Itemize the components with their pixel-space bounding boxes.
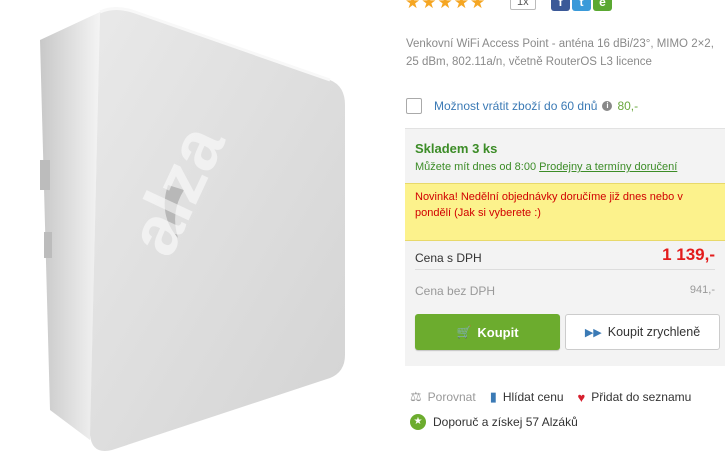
recommend-label: Doporuč a získej 57 Alzáků bbox=[433, 415, 578, 429]
purchase-box: Skladem 3 ks Můžete mít dnes od 8:00 Pro… bbox=[405, 128, 725, 366]
promo-notice: Novinka! Nedělní objednávky doručíme již… bbox=[405, 183, 725, 241]
price-without-vat-row: Cena bez DPH 941,- bbox=[415, 280, 715, 302]
social-share: f t e bbox=[551, 0, 612, 11]
info-icon[interactable]: i bbox=[602, 101, 613, 111]
price-without-vat-value: 941,- bbox=[689, 284, 715, 296]
price-without-vat-label: Cena bez DPH bbox=[415, 284, 496, 298]
facebook-icon[interactable]: f bbox=[551, 0, 570, 11]
buy-button-label: Koupit bbox=[477, 324, 519, 340]
delivery-info: Můžete mít dnes od 8:00 Prodejny a termí… bbox=[415, 161, 677, 173]
return-option[interactable]: Možnost vrátit zboží do 60 dnů i 80,- bbox=[406, 98, 638, 114]
buy-fast-button[interactable]: ▶▶ Koupit zrychleně bbox=[565, 314, 720, 350]
star-icon: ★ bbox=[421, 0, 437, 12]
star-icon: ★ bbox=[453, 0, 469, 12]
scales-icon: ⚖ bbox=[410, 389, 422, 404]
price-with-vat-label: Cena s DPH bbox=[415, 251, 482, 265]
recommend-icon: ★ bbox=[410, 414, 426, 430]
watch-price-label: Hlídat cenu bbox=[502, 390, 564, 404]
email-icon[interactable]: e bbox=[593, 0, 612, 11]
recommend-action[interactable]: ★ Doporuč a získej 57 Alzáků bbox=[410, 414, 578, 430]
watch-price-action[interactable]: ▮ Hlídat cenu bbox=[490, 389, 564, 405]
compare-action[interactable]: ⚖ Porovnat bbox=[410, 389, 476, 405]
star-icon: ★ bbox=[470, 0, 486, 12]
add-to-list-action[interactable]: ♥ Přidat do seznamu bbox=[578, 390, 692, 405]
return-label[interactable]: Možnost vrátit zboží do 60 dnů bbox=[434, 99, 597, 113]
buy-button[interactable]: 🛒 Koupit bbox=[415, 314, 560, 350]
star-icon: ★ bbox=[405, 0, 421, 12]
heart-icon: ♥ bbox=[577, 389, 586, 405]
price-with-vat-row: Cena s DPH 1 139,- bbox=[415, 245, 715, 270]
product-description: Venkovní WiFi Access Point - anténa 16 d… bbox=[406, 38, 714, 68]
rating-count-badge[interactable]: 1x bbox=[510, 0, 536, 10]
price-chart-icon: ▮ bbox=[489, 389, 497, 404]
twitter-icon[interactable]: t bbox=[572, 0, 591, 11]
delivery-options-link[interactable]: Prodejny a termíny doručení bbox=[539, 161, 677, 173]
product-detail-panel: ★ ★ ★ ★ ★ 1x f t e Venkovní WiFi Access … bbox=[405, 0, 725, 463]
return-checkbox[interactable] bbox=[406, 98, 422, 114]
add-to-list-label: Přidat do seznamu bbox=[591, 390, 692, 404]
price-with-vat-value: 1 139,- bbox=[662, 245, 715, 264]
connector-tab bbox=[44, 232, 52, 258]
return-price: 80,- bbox=[617, 99, 639, 113]
product-actions: ⚖ Porovnat ▮ Hlídat cenu ♥ Přidat do sez… bbox=[410, 389, 705, 405]
buy-fast-label: Koupit zrychleně bbox=[607, 325, 701, 339]
basket-icon: 🛒 bbox=[456, 325, 472, 339]
rating-stars[interactable]: ★ ★ ★ ★ ★ bbox=[405, 0, 485, 11]
delivery-time-text: Můžete mít dnes od 8:00 bbox=[415, 161, 537, 173]
product-image: alza bbox=[40, 7, 345, 451]
stock-status: Skladem 3 ks bbox=[415, 141, 498, 156]
compare-label: Porovnat bbox=[427, 390, 476, 404]
star-icon: ★ bbox=[437, 0, 453, 12]
fast-forward-icon: ▶▶ bbox=[584, 326, 602, 339]
connector-tab bbox=[40, 160, 50, 190]
